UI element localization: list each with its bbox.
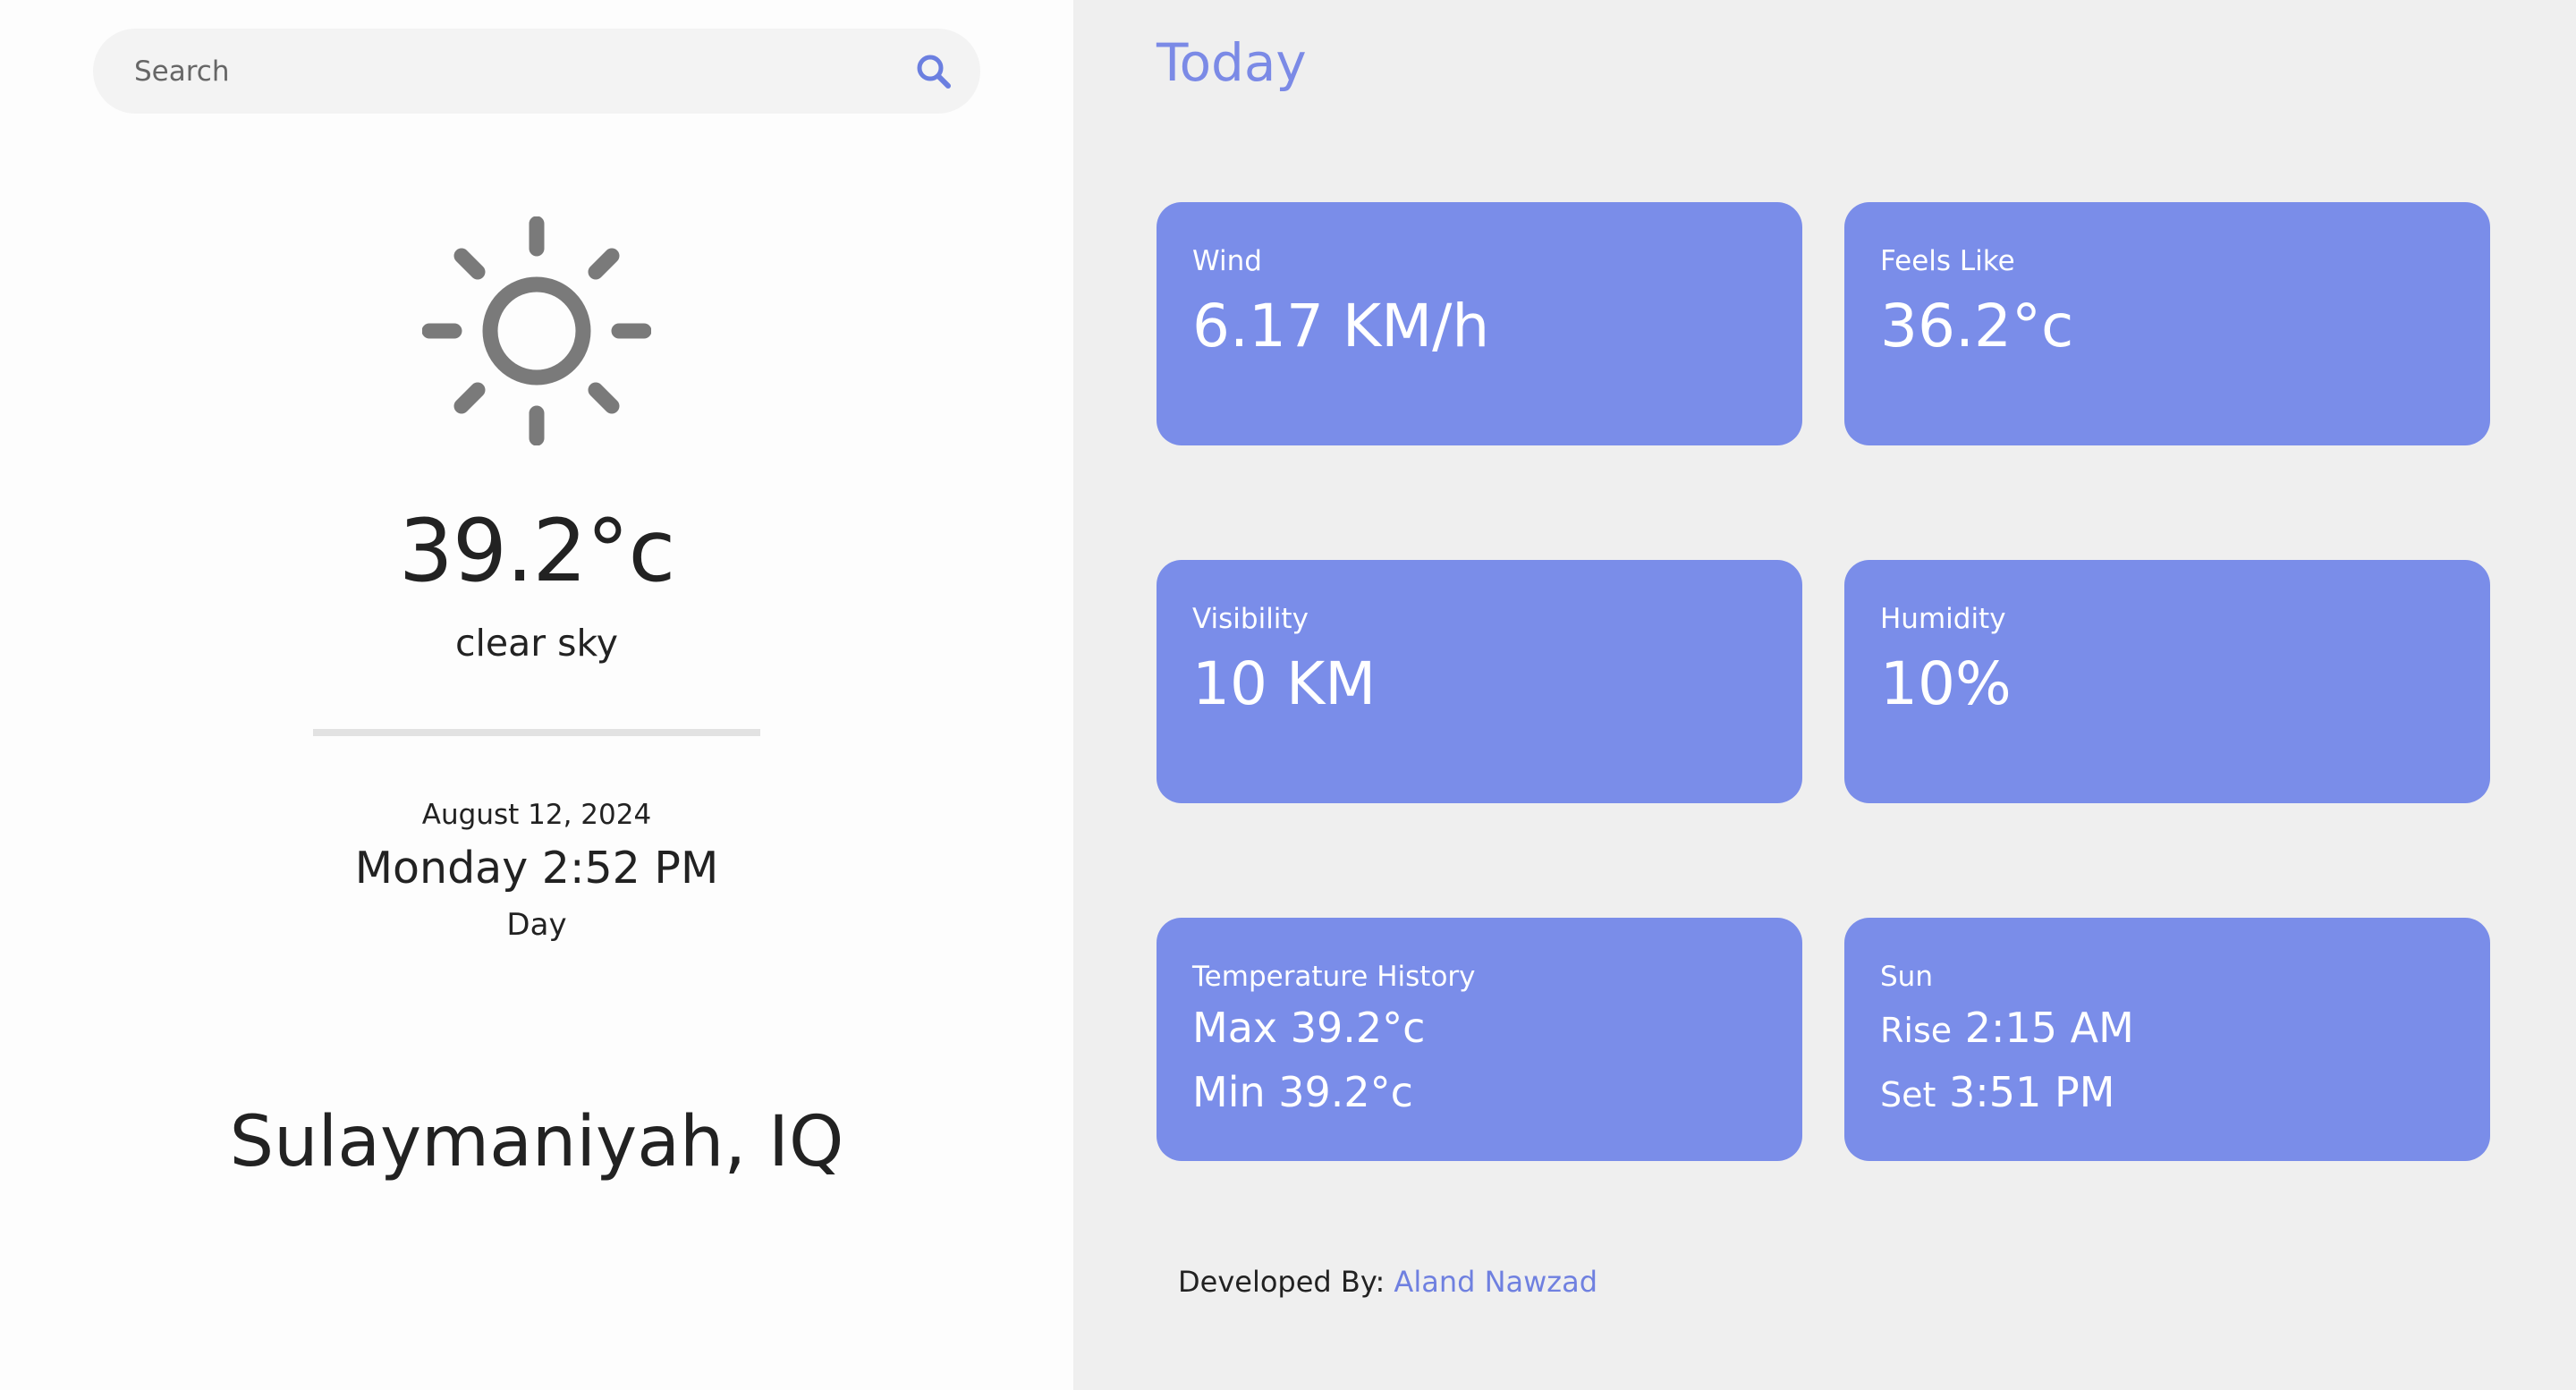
visibility-label: Visibility xyxy=(1192,603,1309,635)
sunset: Set 3:51 PM xyxy=(1880,1068,2114,1116)
weather-description: clear sky xyxy=(454,622,619,665)
temperature-history-label: Temperature History xyxy=(1192,961,1476,993)
search-bar xyxy=(93,29,980,114)
day-period: Day xyxy=(506,907,567,943)
temperature-history-card: Temperature History Max 39.2°c Min 39.2°… xyxy=(1157,918,1802,1161)
visibility-card: Visibility 10 KM xyxy=(1157,560,1802,803)
sunset-time: 3:51 PM xyxy=(1949,1068,2115,1116)
visibility-value: 10 KM xyxy=(1192,649,1377,718)
wind-card: Wind 6.17 KM/h xyxy=(1157,202,1802,445)
author-link[interactable]: Aland Nawzad xyxy=(1394,1265,1597,1299)
min-temperature: Min 39.2°c xyxy=(1192,1068,1413,1116)
current-day-time: Monday 2:52 PM xyxy=(354,843,719,894)
max-temperature: Max 39.2°c xyxy=(1192,1004,1426,1052)
wind-label: Wind xyxy=(1192,245,1262,277)
humidity-card: Humidity 10% xyxy=(1844,560,2490,803)
divider xyxy=(313,729,760,736)
footer-prefix: Developed By: xyxy=(1178,1265,1385,1299)
sun-card: Sun Rise 2:15 AM Set 3:51 PM xyxy=(1844,918,2490,1161)
search-icon[interactable] xyxy=(912,50,955,93)
sunrise-time: 2:15 AM xyxy=(1964,1004,2134,1052)
humidity-value: 10% xyxy=(1880,649,2012,718)
footer: Developed By: Aland Nawzad xyxy=(1178,1265,1597,1299)
wind-value: 6.17 KM/h xyxy=(1192,292,1490,360)
page-title: Today xyxy=(1157,32,1307,93)
current-date: August 12, 2024 xyxy=(421,799,652,831)
feels-like-label: Feels Like xyxy=(1880,245,2015,277)
sunrise-label: Rise xyxy=(1880,1011,1953,1050)
sun-icon xyxy=(421,216,652,446)
sun-label: Sun xyxy=(1880,961,1933,993)
sunrise: Rise 2:15 AM xyxy=(1880,1004,2134,1052)
feels-like-card: Feels Like 36.2°c xyxy=(1844,202,2490,445)
humidity-label: Humidity xyxy=(1880,603,2006,635)
feels-like-value: 36.2°c xyxy=(1880,292,2074,360)
search-input[interactable] xyxy=(134,29,903,114)
sidebar: 39.2°c clear sky August 12, 2024 Monday … xyxy=(0,0,1073,1390)
city-name: Sulaymaniyah, IQ xyxy=(229,1102,844,1182)
sunset-label: Set xyxy=(1880,1075,1936,1115)
current-temperature: 39.2°c xyxy=(398,501,676,601)
